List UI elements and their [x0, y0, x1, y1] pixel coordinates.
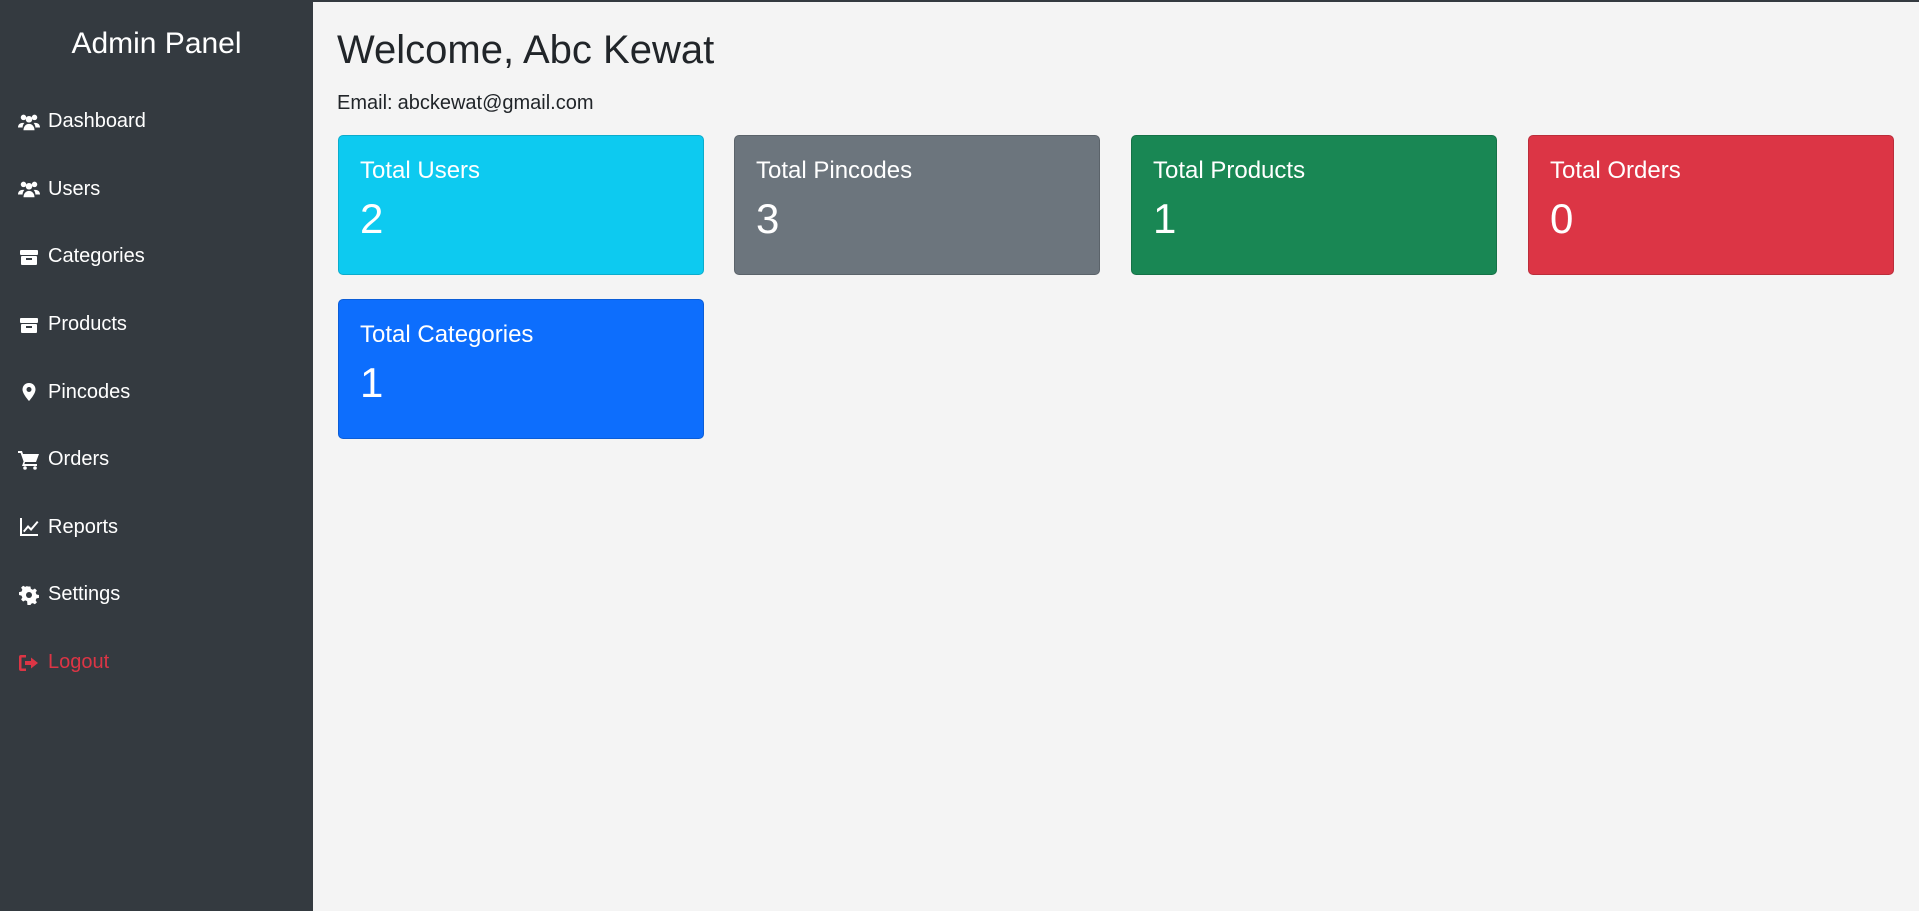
card-value: 2 [360, 195, 384, 242]
gear-icon [18, 584, 44, 606]
card-value: 0 [1550, 195, 1574, 242]
card-total-users: Total Users 2 [338, 135, 704, 275]
main-content: Welcome, Abc Kewat Email: abckewat@gmail.… [337, 0, 1919, 115]
sidebar-item-label: Logout [48, 651, 110, 674]
sidebar: Admin Panel Dashboard Users Categories P… [0, 0, 313, 911]
sidebar-item-label: Categories [48, 245, 145, 268]
email-label: Email: [337, 92, 393, 114]
card-value: 3 [756, 195, 780, 242]
sidebar-item-pincodes[interactable]: Pincodes [0, 358, 313, 426]
sidebar-item-products[interactable]: Products [0, 291, 313, 359]
sidebar-item-label: Pincodes [48, 380, 131, 403]
sidebar-item-label: Dashboard [48, 110, 146, 133]
sidebar-item-label: Reports [48, 515, 119, 538]
card-total-orders: Total Orders 0 [1528, 135, 1894, 275]
users-icon [18, 111, 44, 133]
card-total-pincodes: Total Pincodes 3 [734, 135, 1100, 275]
sidebar-item-users[interactable]: Users [0, 156, 313, 224]
email-value: abckewat@gmail.com [397, 92, 594, 114]
card-label: Total Orders [1550, 157, 1681, 184]
sidebar-item-label: Users [48, 177, 101, 200]
sidebar-item-label: Orders [48, 448, 110, 471]
sidebar-item-dashboard[interactable]: Dashboard [0, 88, 313, 156]
sidebar-item-categories[interactable]: Categories [0, 223, 313, 291]
sidebar-item-orders[interactable]: Orders [0, 426, 313, 494]
map-marker-icon [18, 381, 44, 403]
sidebar-item-reports[interactable]: Reports [0, 494, 313, 562]
sign-out-icon [18, 652, 44, 674]
card-label: Total Categories [360, 321, 534, 348]
card-value: 1 [1153, 195, 1177, 242]
card-label: Total Pincodes [756, 157, 913, 184]
sidebar-nav: Dashboard Users Categories Products Pinc… [0, 88, 313, 696]
sidebar-item-label: Products [48, 313, 127, 336]
sidebar-item-label: Settings [48, 583, 121, 606]
page-title: Welcome, Abc Kewat [337, 28, 715, 72]
card-total-products: Total Products 1 [1131, 135, 1497, 275]
card-label: Total Users [360, 157, 481, 184]
sidebar-item-logout[interactable]: Logout [0, 629, 313, 697]
box-icon [18, 314, 44, 336]
users-icon [18, 178, 44, 200]
user-email: Email: abckewat@gmail.com [337, 91, 1919, 115]
sidebar-title: Admin Panel [71, 27, 242, 60]
cart-icon [18, 449, 44, 471]
card-total-categories: Total Categories 1 [338, 299, 704, 439]
chart-line-icon [18, 516, 44, 538]
card-label: Total Products [1153, 157, 1306, 184]
card-value: 1 [360, 359, 384, 406]
box-icon [18, 246, 44, 268]
sidebar-item-settings[interactable]: Settings [0, 561, 313, 629]
